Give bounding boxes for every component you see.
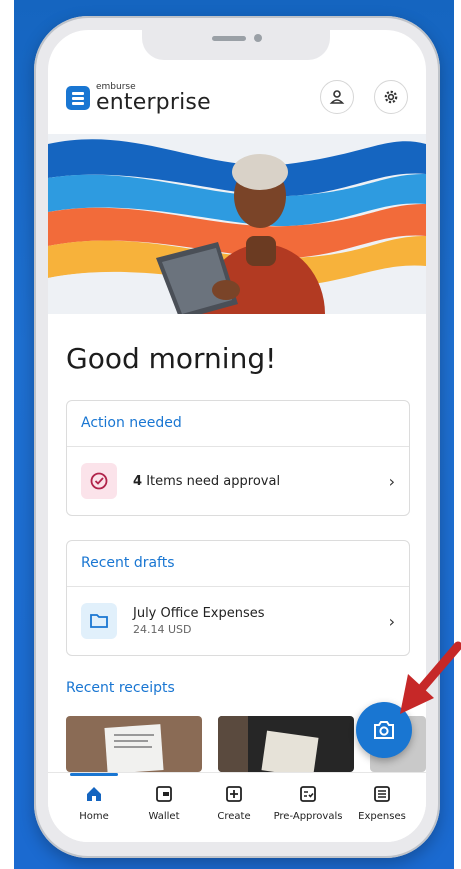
tab-create[interactable]: Create: [196, 785, 272, 822]
tab-label: Wallet: [148, 811, 180, 822]
settings-button[interactable]: [374, 80, 408, 114]
tab-expenses[interactable]: Expenses: [344, 785, 420, 822]
checklist-icon: [270, 785, 346, 807]
phone-notch: [142, 30, 330, 60]
approval-check-icon: [81, 463, 117, 499]
phone-screen: emburse enterprise Good morning! Action …: [48, 30, 426, 842]
tab-label: Expenses: [358, 811, 406, 822]
approvals-row[interactable]: 4 Items need approval ›: [67, 447, 409, 515]
hero-image: [48, 134, 426, 314]
draft-name: July Office Expenses: [133, 606, 265, 621]
wallet-icon: [126, 785, 202, 807]
tab-label: Create: [217, 811, 251, 822]
active-tab-indicator: [70, 773, 118, 776]
folder-icon: [81, 603, 117, 639]
greeting-heading: Good morning!: [66, 342, 277, 375]
bottom-tab-bar: Home Wallet Create Pre-Approvals Expense…: [48, 772, 426, 842]
app-logo: emburse enterprise: [66, 82, 211, 114]
emburse-logo-icon: [66, 86, 90, 110]
recent-drafts-title: Recent drafts: [67, 541, 409, 587]
home-icon: [56, 785, 132, 807]
chevron-right-icon: ›: [388, 471, 395, 491]
tab-home[interactable]: Home: [56, 785, 132, 822]
brand-big: enterprise: [96, 89, 211, 115]
receipt-thumbnail[interactable]: [66, 716, 202, 772]
plus-square-icon: [196, 785, 272, 807]
draft-amount: 24.14 USD: [133, 623, 192, 636]
list-icon: [344, 785, 420, 807]
gear-icon: [384, 90, 398, 104]
annotation-arrow: [400, 641, 461, 714]
action-needed-title: Action needed: [67, 401, 409, 447]
speaker-bar: [212, 36, 246, 41]
approval-count: 4: [133, 473, 143, 489]
draft-row[interactable]: July Office Expenses 24.14 USD ›: [67, 587, 409, 655]
chevron-right-icon: ›: [388, 611, 395, 631]
recent-receipts-title: Recent receipts: [66, 680, 175, 696]
approval-text: Items need approval: [146, 473, 281, 489]
receipt-thumbnail[interactable]: [218, 716, 354, 772]
tab-label: Home: [79, 811, 109, 822]
camera-dot: [254, 34, 262, 42]
action-needed-card: Action needed 4 Items need approval ›: [66, 400, 410, 516]
user-icon: [329, 90, 345, 104]
recent-drafts-card: Recent drafts July Office Expenses 24.14…: [66, 540, 410, 656]
tab-wallet[interactable]: Wallet: [126, 785, 202, 822]
tab-label: Pre-Approvals: [273, 811, 343, 822]
profile-button[interactable]: [320, 80, 354, 114]
tab-pre-approvals[interactable]: Pre-Approvals: [270, 785, 346, 822]
